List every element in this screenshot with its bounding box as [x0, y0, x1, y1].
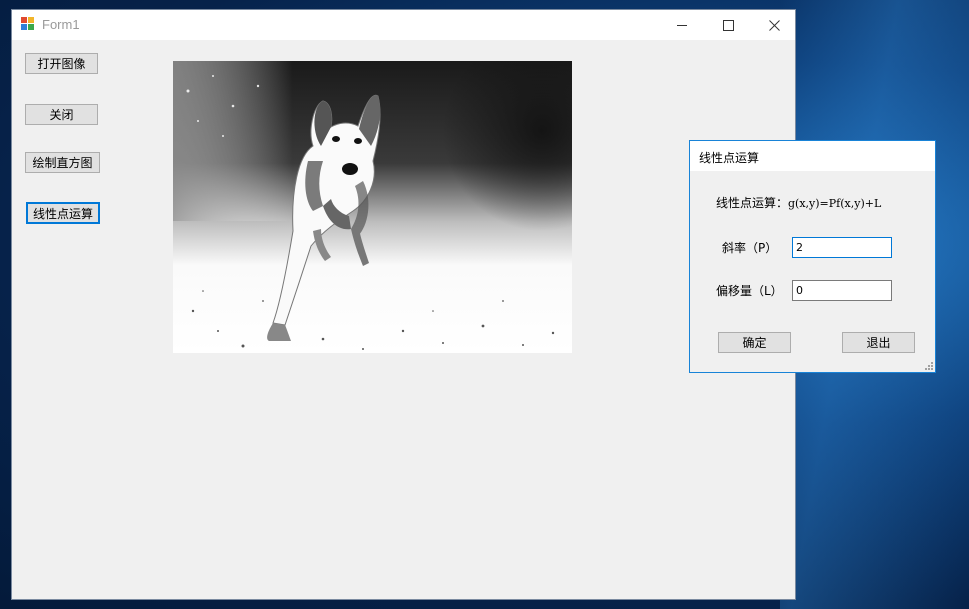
offset-input[interactable] [792, 280, 892, 301]
formula-text: g(x,y)=Pf(x,y)+L [788, 197, 882, 210]
dialog-title: 线性点运算 [699, 151, 760, 165]
ok-button[interactable]: 确定 [718, 332, 791, 353]
draw-histogram-button[interactable]: 绘制直方图 [25, 152, 100, 173]
app-icon [21, 17, 35, 31]
formula-label: 线性点运算： [716, 196, 789, 210]
main-window: Form1 打开图像 关闭 绘制直方图 线性点运算 [11, 9, 796, 600]
window-title: Form1 [42, 17, 80, 32]
close-icon [768, 19, 780, 31]
linear-point-op-dialog: 线性点运算 线性点运算：g(x,y)=Pf(x,y)+L 斜率（P） 偏移量（L… [689, 140, 936, 373]
maximize-icon [722, 19, 734, 31]
offset-label: 偏移量（L） [716, 284, 783, 298]
resize-grip-icon[interactable] [925, 362, 933, 370]
close-window-button[interactable] [751, 10, 797, 40]
exit-button[interactable]: 退出 [842, 332, 915, 353]
slope-input[interactable] [792, 237, 892, 258]
image-picturebox [173, 61, 572, 353]
open-image-button[interactable]: 打开图像 [25, 53, 98, 74]
maximize-button[interactable] [705, 10, 751, 40]
minimize-icon [677, 24, 687, 26]
dialog-titlebar[interactable]: 线性点运算 [690, 141, 935, 171]
formula-row: 线性点运算：g(x,y)=Pf(x,y)+L [716, 194, 881, 211]
dog-photo [173, 61, 572, 353]
slope-label: 斜率（P） [722, 241, 778, 255]
main-titlebar[interactable]: Form1 [12, 10, 795, 40]
minimize-button[interactable] [659, 10, 705, 40]
linear-point-op-button[interactable]: 线性点运算 [26, 202, 100, 224]
close-button[interactable]: 关闭 [25, 104, 98, 125]
